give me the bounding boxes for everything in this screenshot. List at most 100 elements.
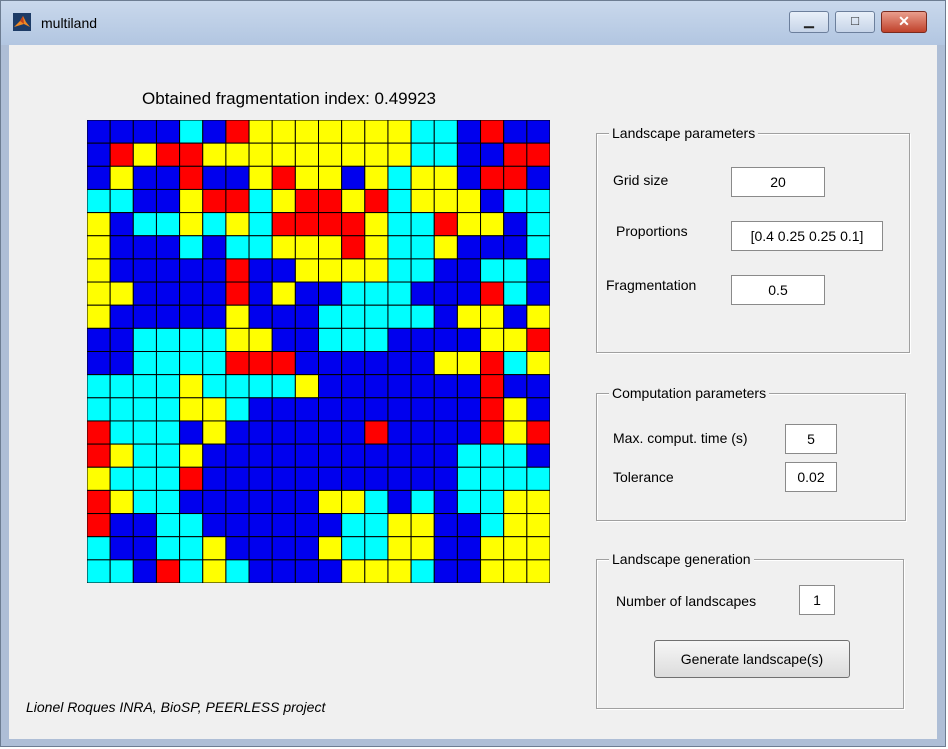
grid-cell bbox=[503, 443, 528, 468]
grid-cell bbox=[526, 443, 550, 468]
grid-cell bbox=[132, 165, 157, 190]
grid-cell bbox=[271, 351, 296, 376]
grid-cell bbox=[433, 165, 458, 190]
grid-cell bbox=[503, 489, 528, 515]
grid-cell bbox=[225, 397, 250, 422]
grid-cell bbox=[410, 559, 435, 583]
grid-cell bbox=[271, 120, 296, 144]
grid-cell bbox=[480, 120, 505, 144]
grid-cell bbox=[225, 235, 250, 260]
grid-cell bbox=[526, 188, 550, 214]
grid-cell bbox=[87, 466, 111, 491]
grid-cell bbox=[155, 559, 181, 583]
proportions-input[interactable] bbox=[731, 221, 883, 251]
app-window: multiland ▁ □ ✕ Obtained fragmentation i… bbox=[0, 0, 946, 747]
generate-landscapes-button[interactable]: Generate landscape(s) bbox=[654, 640, 850, 678]
grid-cell bbox=[294, 142, 320, 167]
grid-cell bbox=[364, 304, 389, 329]
number-of-landscapes-input[interactable] bbox=[799, 585, 835, 615]
grid-cell bbox=[503, 142, 528, 167]
tolerance-input[interactable] bbox=[785, 462, 837, 492]
grid-cell bbox=[179, 142, 204, 167]
grid-cell bbox=[410, 188, 435, 214]
minimize-button[interactable]: ▁ bbox=[789, 11, 829, 33]
grid-cell bbox=[526, 489, 550, 515]
grid-cell bbox=[202, 120, 227, 144]
grid-cell bbox=[294, 281, 320, 306]
grid-cell bbox=[526, 304, 550, 329]
grid-cell bbox=[318, 281, 343, 306]
grid-cell bbox=[179, 466, 204, 491]
grid-cell bbox=[341, 351, 366, 376]
grid-cell bbox=[526, 559, 550, 583]
grid-size-input[interactable] bbox=[731, 167, 825, 197]
grid-cell bbox=[132, 188, 157, 214]
grid-cell bbox=[132, 559, 157, 583]
grid-cell bbox=[364, 489, 389, 515]
grid-cell bbox=[456, 304, 482, 329]
grid-cell bbox=[364, 165, 389, 190]
grid-cell bbox=[294, 536, 320, 561]
grid-cell bbox=[364, 327, 389, 353]
grid-cell bbox=[480, 466, 505, 491]
grid-cell bbox=[179, 513, 204, 538]
grid-cell bbox=[155, 188, 181, 214]
grid-cell bbox=[456, 513, 482, 538]
grid-cell bbox=[318, 559, 343, 583]
grid-cell bbox=[410, 120, 435, 144]
max-comput-time-input[interactable] bbox=[785, 424, 837, 454]
grid-cell bbox=[248, 235, 273, 260]
grid-cell bbox=[410, 351, 435, 376]
grid-cell bbox=[387, 235, 412, 260]
grid-cell bbox=[433, 304, 458, 329]
grid-cell bbox=[109, 165, 134, 190]
grid-cell bbox=[503, 188, 528, 214]
grid-cell bbox=[202, 466, 227, 491]
grid-cell bbox=[364, 374, 389, 399]
grid-cell bbox=[271, 165, 296, 190]
grid-cell bbox=[387, 142, 412, 167]
grid-cell bbox=[179, 351, 204, 376]
grid-cell bbox=[225, 281, 250, 306]
grid-cell bbox=[503, 513, 528, 538]
grid-cell bbox=[433, 235, 458, 260]
grid-cell bbox=[225, 466, 250, 491]
grid-cell bbox=[132, 327, 157, 353]
minimize-icon: ▁ bbox=[804, 13, 814, 28]
grid-cell bbox=[87, 304, 111, 329]
grid-cell bbox=[526, 536, 550, 561]
grid-cell bbox=[225, 120, 250, 144]
grid-cell bbox=[225, 489, 250, 515]
grid-cell bbox=[480, 212, 505, 237]
grid-cell bbox=[410, 397, 435, 422]
grid-cell bbox=[387, 120, 412, 144]
grid-cell bbox=[109, 466, 134, 491]
grid-cell bbox=[225, 165, 250, 190]
grid-cell bbox=[456, 374, 482, 399]
grid-cell bbox=[526, 120, 550, 144]
fragmentation-input[interactable] bbox=[731, 275, 825, 305]
grid-cell bbox=[480, 142, 505, 167]
title-bar[interactable]: multiland ▁ □ ✕ bbox=[1, 1, 945, 45]
grid-cell bbox=[179, 165, 204, 190]
grid-cell bbox=[433, 120, 458, 144]
grid-cell bbox=[503, 120, 528, 144]
grid-cell bbox=[341, 466, 366, 491]
grid-cell bbox=[410, 258, 435, 283]
computation-parameters-panel: Computation parameters bbox=[596, 385, 906, 521]
grid-cell bbox=[294, 374, 320, 399]
grid-cell bbox=[503, 559, 528, 583]
grid-cell bbox=[179, 235, 204, 260]
grid-cell bbox=[109, 513, 134, 538]
grid-cell bbox=[526, 281, 550, 306]
grid-cell bbox=[87, 212, 111, 237]
grid-cell bbox=[341, 304, 366, 329]
grid-cell bbox=[294, 120, 320, 144]
grid-cell bbox=[179, 374, 204, 399]
grid-cell bbox=[248, 559, 273, 583]
maximize-button[interactable]: □ bbox=[835, 11, 875, 33]
grid-cell bbox=[503, 536, 528, 561]
grid-cell bbox=[341, 142, 366, 167]
grid-cell bbox=[109, 304, 134, 329]
close-button[interactable]: ✕ bbox=[881, 11, 927, 33]
